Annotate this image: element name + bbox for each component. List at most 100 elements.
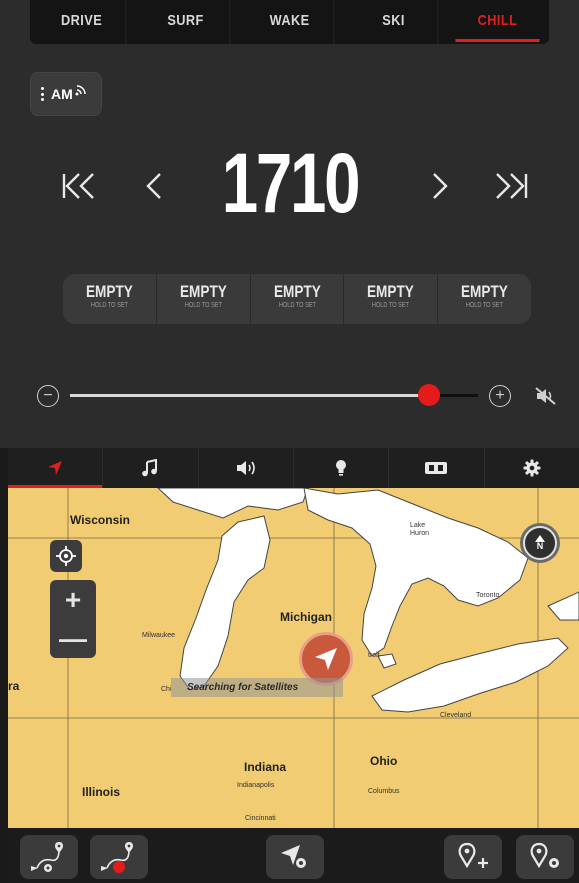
route-settings-icon <box>31 842 63 872</box>
nav-battery[interactable] <box>389 448 485 488</box>
lake-superior <box>157 488 309 519</box>
preset-2[interactable]: EMPTY HOLD TO SET <box>157 274 251 324</box>
tune-down-button[interactable] <box>132 166 176 206</box>
label-illinois: Illinois <box>82 785 121 799</box>
tab-surf[interactable]: SURF <box>142 0 231 44</box>
preset-3[interactable]: EMPTY HOLD TO SET <box>251 274 345 324</box>
nav-music[interactable] <box>103 448 199 488</box>
label-chicago: Chi <box>161 686 172 693</box>
volume-slider-rest <box>439 394 478 397</box>
mode-tabs: DRIVE SURF WAKE SKI CHILL <box>30 0 549 44</box>
minus-icon: − <box>43 387 53 404</box>
nav-audio[interactable] <box>199 448 294 488</box>
tab-chill[interactable]: CHILL <box>454 0 542 44</box>
zoom-control: + — <box>50 580 96 658</box>
preset-label: EMPTY <box>273 282 321 301</box>
record-route-icon <box>101 842 133 873</box>
battery-icon <box>425 462 448 474</box>
label-columbus: Columbus <box>368 788 400 795</box>
navigation-arrow-icon <box>48 461 63 475</box>
volume-down-button[interactable]: − <box>37 385 59 407</box>
menu-dots-icon <box>41 87 44 101</box>
tuner: 1710 <box>0 128 579 238</box>
label-michigan: Michigan <box>280 610 333 624</box>
light-bulb-icon <box>336 460 347 476</box>
navigation-arrow-icon <box>315 648 337 670</box>
chevron-right-icon <box>433 173 448 199</box>
label-ohio: Ohio <box>370 754 398 768</box>
preset-1[interactable]: EMPTY HOLD TO SET <box>63 274 157 324</box>
preset-label: EMPTY <box>85 282 133 301</box>
lake-michigan <box>179 515 271 691</box>
label-indiana: Indiana <box>244 760 287 774</box>
record-route-button[interactable] <box>90 835 148 879</box>
preset-hint: HOLD TO SET <box>90 302 128 309</box>
label-cleveland: Cleveland <box>440 712 472 719</box>
tab-drive[interactable]: DRIVE <box>38 0 127 44</box>
band-label: AM <box>51 86 73 102</box>
lake-ontario <box>547 591 579 621</box>
speaker-icon <box>236 461 255 475</box>
lake-erie <box>371 637 569 713</box>
volume-slider-fill <box>70 394 429 397</box>
zoom-out-button[interactable]: — <box>50 619 96 658</box>
signal-icon <box>75 85 86 96</box>
map-toolbar <box>8 828 579 883</box>
seek-back-button[interactable] <box>58 166 102 206</box>
label-indianapolis: Indianapolis <box>237 782 275 789</box>
label-lake-huron: Lake Huron <box>410 522 430 537</box>
lake-st-clair <box>377 653 397 669</box>
nav-settings[interactable] <box>485 448 579 488</box>
preset-hint: HOLD TO SET <box>466 302 504 309</box>
zoom-in-button[interactable]: + <box>50 580 96 619</box>
label-wisconsin: Wisconsin <box>70 513 130 527</box>
nav-lighting[interactable] <box>294 448 390 488</box>
preset-bar: EMPTY HOLD TO SET EMPTY HOLD TO SET EMPT… <box>63 274 531 324</box>
label-toronto: Toronto <box>476 592 500 599</box>
waypoint-settings-button[interactable] <box>516 835 574 879</box>
volume-up-button[interactable]: + <box>489 385 511 407</box>
tab-wake[interactable]: WAKE <box>246 0 335 44</box>
chevron-left-icon <box>146 173 161 199</box>
double-chevron-left-icon <box>62 173 94 199</box>
nav-navigation[interactable] <box>8 448 104 488</box>
preset-hint: HOLD TO SET <box>372 302 410 309</box>
route-settings-button[interactable] <box>20 835 78 879</box>
plus-icon: + <box>495 387 505 404</box>
add-waypoint-icon <box>458 842 488 869</box>
label-cincinnati: Cincinnati <box>245 815 276 822</box>
preset-5[interactable]: EMPTY HOLD TO SET <box>438 274 531 324</box>
compass-letter: N <box>536 541 544 551</box>
preset-hint: HOLD TO SET <box>278 302 316 309</box>
volume-row: − + <box>0 378 579 414</box>
volume-slider-handle[interactable] <box>418 384 440 406</box>
label-partial-state: ra <box>8 679 20 693</box>
frequency-display: 1710 <box>221 136 361 230</box>
mute-speaker-icon <box>535 387 556 405</box>
mute-button[interactable] <box>534 385 558 407</box>
vessel-settings-button[interactable] <box>266 835 324 879</box>
gps-status-message: Searching for Satellites <box>171 678 343 697</box>
seek-forward-button[interactable] <box>488 166 532 206</box>
map-basemap <box>8 488 579 828</box>
tune-up-button[interactable] <box>418 166 462 206</box>
navigation-settings-icon <box>281 845 306 868</box>
label-detroit: troit <box>368 652 380 659</box>
nav-bar <box>8 448 579 488</box>
locate-button[interactable] <box>50 540 82 572</box>
double-chevron-right-icon <box>496 173 528 199</box>
waypoint-settings-icon <box>530 842 559 869</box>
compass-button[interactable]: N <box>523 526 557 560</box>
add-waypoint-button[interactable] <box>444 835 502 879</box>
source-select-button[interactable]: AM <box>30 72 102 116</box>
chart-map[interactable]: Wisconsin Michigan Indiana Ohio Illinois… <box>8 488 579 828</box>
radio-panel: DRIVE SURF WAKE SKI CHILL AM 1710 EMPTY … <box>0 0 579 448</box>
volume-slider-track[interactable] <box>70 394 478 397</box>
lake-huron <box>303 488 529 657</box>
preset-label: EMPTY <box>461 282 509 301</box>
preset-hint: HOLD TO SET <box>184 302 222 309</box>
tab-ski[interactable]: SKI <box>350 0 439 44</box>
preset-4[interactable]: EMPTY HOLD TO SET <box>344 274 439 324</box>
gear-icon <box>523 459 541 477</box>
crosshair-icon <box>56 546 76 566</box>
